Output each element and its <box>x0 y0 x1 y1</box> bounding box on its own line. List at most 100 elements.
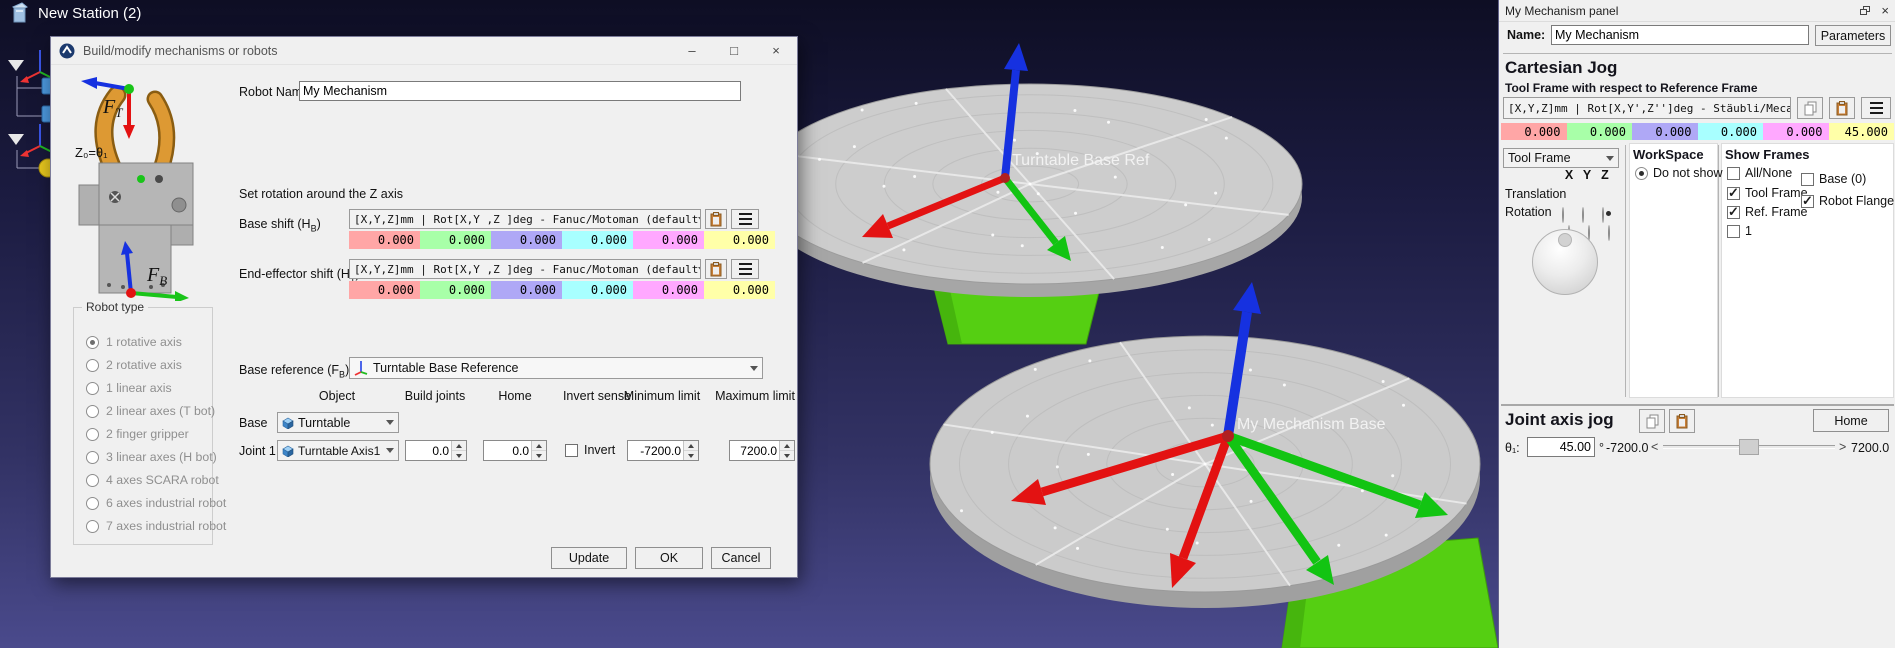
pose-value-z[interactable]: 0.000 <box>491 231 562 249</box>
end-effector-format-combo[interactable]: [X,Y,Z]mm | Rot[X,Y ,Z ]deg - Fanuc/Moto… <box>349 259 701 279</box>
pose-value-z[interactable]: 0.000 <box>491 281 562 299</box>
dialog-titlebar[interactable]: Build/modify mechanisms or robots – □ × <box>51 37 797 65</box>
panel-close-icon[interactable]: × <box>1881 3 1889 18</box>
pose-value-x[interactable]: 0.000 <box>1501 123 1567 140</box>
jog-knob[interactable] <box>1532 229 1598 295</box>
update-button[interactable]: Update <box>551 547 627 569</box>
rotation-z-radio[interactable] <box>1608 225 1610 241</box>
pose-options-button[interactable] <box>731 209 759 229</box>
radio-icon[interactable] <box>86 497 99 510</box>
build-joints-spinbox[interactable] <box>405 440 467 461</box>
show-frame-checkbox-row[interactable]: All/None <box>1727 166 1792 180</box>
robot-type-option[interactable]: 4 axes SCARA robot <box>86 473 219 487</box>
spin-down[interactable] <box>780 451 794 460</box>
show-frame-checkbox-row[interactable]: Base (0) <box>1801 172 1866 186</box>
frame-axes-icon[interactable] <box>20 124 52 157</box>
paste-pose-button[interactable] <box>705 209 727 229</box>
radio-icon[interactable] <box>86 382 99 395</box>
checkbox-icon[interactable] <box>1727 225 1740 238</box>
base-shift-format-combo[interactable]: [X,Y,Z]mm | Rot[X,Y ,Z ]deg - Fanuc/Moto… <box>349 209 701 229</box>
pose-value-ry[interactable]: 0.000 <box>1763 123 1829 140</box>
checkbox-icon[interactable] <box>1727 167 1740 180</box>
close-button[interactable]: × <box>755 37 797 64</box>
base-object-combo[interactable]: Turntable <box>277 412 399 433</box>
robot-type-option[interactable]: 2 linear axes (T bot) <box>86 404 215 418</box>
translation-x-radio[interactable] <box>1562 207 1564 223</box>
robot-type-option[interactable]: 6 axes industrial robot <box>86 496 226 510</box>
robot-name-input[interactable] <box>299 81 741 101</box>
spin-up[interactable] <box>532 441 546 451</box>
translation-y-radio[interactable] <box>1582 207 1584 223</box>
parameters-button[interactable]: Parameters <box>1815 25 1891 46</box>
pose-format-combo[interactable]: [X,Y,Z]mm | Rot[X,Y',Z'']deg - Stäubli/M… <box>1503 97 1791 119</box>
robot-type-option[interactable]: 1 linear axis <box>86 381 172 395</box>
invert-checkbox-row[interactable]: Invert <box>565 443 615 457</box>
pose-value-y[interactable]: 0.000 <box>1567 123 1633 140</box>
robot-type-option[interactable]: 2 finger gripper <box>86 427 189 441</box>
radio-icon[interactable] <box>86 428 99 441</box>
radio-icon[interactable] <box>86 520 99 533</box>
minimum-limit-spinbox[interactable] <box>627 440 699 461</box>
tree-collapse-icon[interactable] <box>8 134 24 145</box>
ok-button[interactable]: OK <box>635 547 703 569</box>
copy-pose-button[interactable] <box>1797 97 1823 119</box>
cancel-button[interactable]: Cancel <box>711 547 771 569</box>
checkbox-icon[interactable] <box>1727 187 1740 200</box>
maximum-limit-spinbox[interactable] <box>729 440 795 461</box>
copy-joints-button[interactable] <box>1639 409 1665 433</box>
radio-icon[interactable] <box>1635 167 1648 180</box>
pose-value-rz[interactable]: 45.000 <box>1829 123 1895 140</box>
pose-value-ry[interactable]: 0.000 <box>633 281 704 299</box>
pose-value-rz[interactable]: 0.000 <box>704 281 775 299</box>
spin-up[interactable] <box>780 441 794 451</box>
maximize-button[interactable]: □ <box>713 37 755 64</box>
checkbox-icon[interactable] <box>1727 206 1740 219</box>
checkbox-icon[interactable] <box>1801 173 1814 186</box>
show-frame-checkbox-row[interactable]: 1 <box>1727 224 1752 238</box>
pose-value-x[interactable]: 0.000 <box>349 231 420 249</box>
radio-icon[interactable] <box>86 451 99 464</box>
minimize-button[interactable]: – <box>671 37 713 64</box>
jog-minus-arrow[interactable]: < <box>1651 440 1658 454</box>
tool-frame-combo[interactable]: Tool Frame <box>1503 148 1619 168</box>
paste-pose-button[interactable] <box>705 259 727 279</box>
joint1-value-input[interactable] <box>1527 437 1595 457</box>
paste-pose-button[interactable] <box>1829 97 1855 119</box>
spin-down[interactable] <box>684 451 698 460</box>
robot-type-option[interactable]: 1 rotative axis <box>86 335 182 349</box>
float-panel-icon[interactable] <box>1860 6 1871 16</box>
pose-value-ry[interactable]: 0.000 <box>633 231 704 249</box>
base-reference-combo[interactable]: Turntable Base Reference <box>349 357 763 379</box>
panel-titlebar[interactable]: My Mechanism panel × <box>1499 0 1895 22</box>
spin-up[interactable] <box>452 441 466 451</box>
radio-icon[interactable] <box>86 359 99 372</box>
show-frame-checkbox-row[interactable]: Robot Flange <box>1801 194 1894 208</box>
translation-z-radio[interactable] <box>1602 207 1604 223</box>
robot-type-option[interactable]: 7 axes industrial robot <box>86 519 226 533</box>
show-frame-checkbox-row[interactable]: Ref. Frame <box>1727 205 1808 219</box>
home-button[interactable]: Home <box>1813 409 1889 432</box>
radio-icon[interactable] <box>86 336 99 349</box>
pose-value-y[interactable]: 0.000 <box>420 231 491 249</box>
pose-value-rx[interactable]: 0.000 <box>562 231 633 249</box>
pose-value-rx[interactable]: 0.000 <box>562 281 633 299</box>
workspace-option[interactable]: Do not show <box>1635 166 1722 180</box>
checkbox-icon[interactable] <box>1801 195 1814 208</box>
radio-icon[interactable] <box>86 474 99 487</box>
joint1-slider-handle[interactable] <box>1739 439 1759 455</box>
paste-joints-button[interactable] <box>1669 409 1695 433</box>
mechanism-name-input[interactable] <box>1551 25 1809 45</box>
joint1-object-combo[interactable]: Turntable Axis1 <box>277 440 399 461</box>
home-spinbox[interactable] <box>483 440 547 461</box>
show-frame-checkbox-row[interactable]: Tool Frame <box>1727 186 1808 200</box>
jog-knob-handle[interactable] <box>1558 233 1572 247</box>
pose-options-button[interactable] <box>1861 97 1891 119</box>
radio-icon[interactable] <box>86 405 99 418</box>
pose-value-z[interactable]: 0.000 <box>1632 123 1698 140</box>
spin-up[interactable] <box>684 441 698 451</box>
pose-options-button[interactable] <box>731 259 759 279</box>
spin-down[interactable] <box>532 451 546 460</box>
robot-type-option[interactable]: 3 linear axes (H bot) <box>86 450 217 464</box>
tree-collapse-icon[interactable] <box>8 60 24 71</box>
pose-value-y[interactable]: 0.000 <box>420 281 491 299</box>
